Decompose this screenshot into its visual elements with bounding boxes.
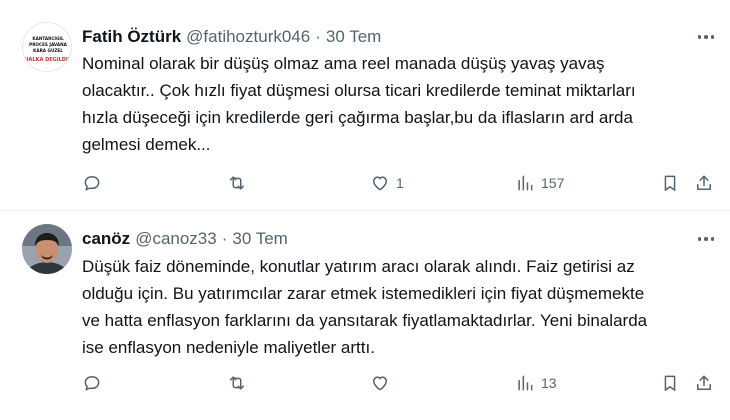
more-icon[interactable] (694, 26, 718, 48)
like-button[interactable]: 1 (370, 171, 404, 195)
bookmark-icon (664, 175, 676, 191)
views-icon (518, 375, 533, 391)
avatar-image (22, 224, 72, 274)
tweet-text-line: olacaktır.. Çok hızlı fiyat düşmesi olur… (82, 81, 636, 100)
tweet-text-line: olduğu için. Bu yatırımcılar zarar etmek… (82, 284, 645, 303)
tweet-text-line: gelmesi demek... (82, 135, 211, 154)
author-name[interactable]: canöz (82, 229, 130, 249)
bookmark-button[interactable] (660, 371, 680, 395)
tweet-text: Nominal olarak bir düşüş olmaz ama reel … (82, 50, 722, 158)
share-icon (697, 175, 711, 190)
more-icon[interactable] (694, 228, 718, 250)
repost-icon (230, 176, 244, 190)
author-handle[interactable]: @fatihozturk046 (186, 27, 310, 47)
views-button[interactable]: 13 (515, 371, 557, 395)
share-icon (697, 375, 711, 390)
tweet-text-line: ve hatta enflasyon farklarını da yansıta… (82, 311, 648, 330)
reply-icon (84, 376, 100, 391)
tweet-text: Düşük faiz döneminde, konutlar yatırım a… (82, 253, 722, 361)
reply-icon (84, 176, 100, 191)
separator: · (315, 27, 321, 46)
repost-button[interactable] (227, 171, 253, 195)
svg-text:KANTARCIGIL: KANTARCIGIL (32, 36, 64, 41)
action-bar: 13 (82, 371, 722, 395)
avatar[interactable] (22, 224, 72, 274)
avatar-image: KANTARCIGIL PROCES JAVANA KARA GUZEL HAL… (23, 23, 71, 71)
share-button[interactable] (694, 171, 714, 195)
views-icon (518, 175, 533, 191)
action-bar: 1 157 (82, 171, 722, 195)
repost-icon (230, 376, 244, 390)
reply-button[interactable] (82, 171, 108, 195)
share-button[interactable] (694, 371, 714, 395)
tweet-text-line: Düşük faiz döneminde, konutlar yatırım a… (82, 257, 635, 276)
tweet-header: Fatih Öztürk @fatihozturk046 · 30 Tem (82, 26, 381, 48)
tweet-date[interactable]: 30 Tem (232, 229, 287, 249)
views-button[interactable]: 157 (515, 171, 564, 195)
avatar[interactable]: KANTARCIGIL PROCES JAVANA KARA GUZEL HAL… (22, 22, 72, 72)
tweet-header: canöz @canoz33 · 30 Tem (82, 228, 288, 250)
tweet[interactable]: canöz @canoz33 · 30 Tem Düşük faiz dönem… (0, 211, 730, 420)
author-name[interactable]: Fatih Öztürk (82, 27, 181, 47)
tweet-text-line: ise enflasyon nedeniyle maliyetler arttı… (82, 338, 375, 357)
tweet[interactable]: KANTARCIGIL PROCES JAVANA KARA GUZEL HAL… (0, 0, 730, 211)
svg-text:KARA GUZEL: KARA GUZEL (33, 48, 63, 53)
svg-text:PROCES JAVANA: PROCES JAVANA (29, 42, 67, 47)
tweet-text-line: hızla düşeceği için kredilerde geri çağı… (82, 108, 633, 127)
like-icon (373, 176, 387, 191)
bookmark-icon (664, 375, 676, 391)
tweet-date[interactable]: 30 Tem (326, 27, 381, 47)
like-button[interactable] (370, 371, 396, 395)
reply-button[interactable] (82, 371, 108, 395)
svg-text:HALKA DEGILDIR: HALKA DEGILDIR (24, 57, 71, 63)
tweet-text-line: Nominal olarak bir düşüş olmaz ama reel … (82, 54, 605, 73)
repost-button[interactable] (227, 371, 253, 395)
separator: · (221, 229, 228, 248)
like-icon (373, 376, 387, 391)
author-handle[interactable]: @canoz33 (135, 229, 217, 249)
bookmark-button[interactable] (660, 171, 680, 195)
